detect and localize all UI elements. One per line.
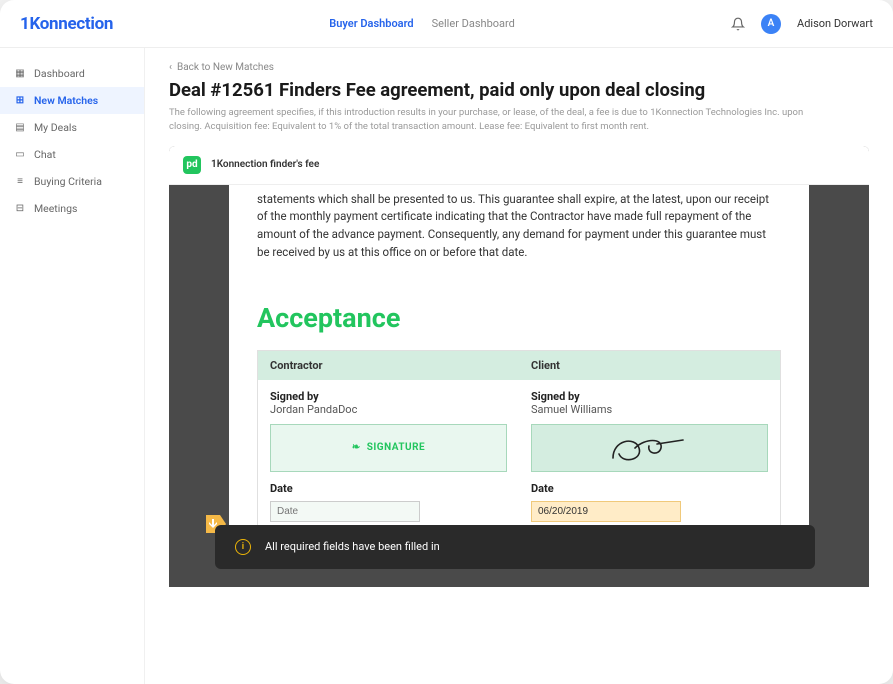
sidebar: ▦ Dashboard ⊞ New Matches ▤ My Deals ▭ C… [0, 48, 145, 684]
main-content: ‹ Back to New Matches Deal #12561 Finder… [145, 48, 893, 684]
document-page: statements which shall be presented to u… [229, 185, 809, 563]
document-container: pd 1Konnection finder's fee statements w… [169, 146, 869, 587]
document-paragraph: statements which shall be presented to u… [257, 185, 781, 262]
acceptance-table: Contractor Client Signed by Jordan Panda… [257, 350, 781, 539]
sidebar-item-my-deals[interactable]: ▤ My Deals [0, 114, 144, 141]
sidebar-item-new-matches[interactable]: ⊞ New Matches [0, 87, 144, 114]
tab-seller-dashboard[interactable]: Seller Dashboard [432, 17, 515, 30]
toast-message: All required fields have been filled in [265, 540, 440, 553]
toast-notification: i All required fields have been filled i… [215, 525, 815, 569]
sidebar-item-label: New Matches [34, 94, 98, 107]
chevron-left-icon: ‹ [169, 62, 172, 73]
username: Adison Dorwart [797, 17, 873, 30]
info-icon: i [235, 539, 251, 555]
sidebar-item-dashboard[interactable]: ▦ Dashboard [0, 60, 144, 87]
body: ▦ Dashboard ⊞ New Matches ▤ My Deals ▭ C… [0, 48, 893, 684]
sidebar-item-buying-criteria[interactable]: ≡ Buying Criteria [0, 168, 144, 195]
signature-drawing [605, 430, 695, 466]
signed-by-label: Signed by [270, 390, 507, 403]
pandadoc-icon: pd [183, 156, 201, 174]
sidebar-item-label: Dashboard [34, 67, 85, 80]
table-row: Signed by Jordan PandaDoc ❧ SIGNATURE Da… [258, 380, 780, 538]
contractor-signature-field[interactable]: ❧ SIGNATURE [270, 424, 507, 472]
matches-icon: ⊞ [14, 95, 26, 107]
contractor-cell: Signed by Jordan PandaDoc ❧ SIGNATURE Da… [258, 380, 519, 538]
sidebar-item-label: Buying Criteria [34, 175, 102, 188]
client-date-field[interactable] [531, 501, 681, 522]
contractor-date-field[interactable] [270, 501, 420, 522]
page-subtitle: The following agreement specifies, if th… [169, 106, 809, 134]
sidebar-item-label: My Deals [34, 121, 77, 134]
date-label: Date [531, 482, 768, 495]
sidebar-item-label: Chat [34, 148, 56, 161]
notifications-icon[interactable] [731, 17, 745, 31]
document-title: 1Konnection finder's fee [211, 159, 319, 170]
signature-placeholder-label: SIGNATURE [367, 442, 425, 453]
client-cell: Signed by Samuel Williams Date [519, 380, 780, 538]
contractor-name: Jordan PandaDoc [270, 403, 507, 416]
dashboard-tabs: Buyer Dashboard Seller Dashboard [329, 17, 515, 30]
column-contractor: Contractor [258, 351, 519, 380]
acceptance-heading: Acceptance [257, 302, 781, 334]
sidebar-item-label: Meetings [34, 202, 77, 215]
grid-icon: ▦ [14, 68, 26, 80]
brand-logo: 1Konnection [20, 14, 113, 34]
leaf-icon: ❧ [352, 442, 361, 453]
topbar: 1Konnection Buyer Dashboard Seller Dashb… [0, 0, 893, 48]
client-name: Samuel Williams [531, 403, 768, 416]
back-link[interactable]: ‹ Back to New Matches [169, 62, 869, 73]
deals-icon: ▤ [14, 122, 26, 134]
sidebar-item-meetings[interactable]: ⊟ Meetings [0, 195, 144, 222]
tab-buyer-dashboard[interactable]: Buyer Dashboard [329, 17, 413, 30]
document-header: pd 1Konnection finder's fee [169, 146, 869, 185]
chat-icon: ▭ [14, 149, 26, 161]
sidebar-item-chat[interactable]: ▭ Chat [0, 141, 144, 168]
avatar[interactable]: A [761, 14, 781, 34]
meetings-icon: ⊟ [14, 203, 26, 215]
client-signature-field[interactable] [531, 424, 768, 472]
date-label: Date [270, 482, 507, 495]
topbar-right: A Adison Dorwart [731, 14, 873, 34]
page-title: Deal #12561 Finders Fee agreement, paid … [169, 79, 869, 101]
signed-by-label: Signed by [531, 390, 768, 403]
app-window: 1Konnection Buyer Dashboard Seller Dashb… [0, 0, 893, 684]
back-link-label: Back to New Matches [177, 62, 274, 73]
document-body: statements which shall be presented to u… [169, 185, 869, 587]
column-client: Client [519, 351, 780, 380]
table-header-row: Contractor Client [258, 351, 780, 380]
criteria-icon: ≡ [14, 176, 26, 188]
